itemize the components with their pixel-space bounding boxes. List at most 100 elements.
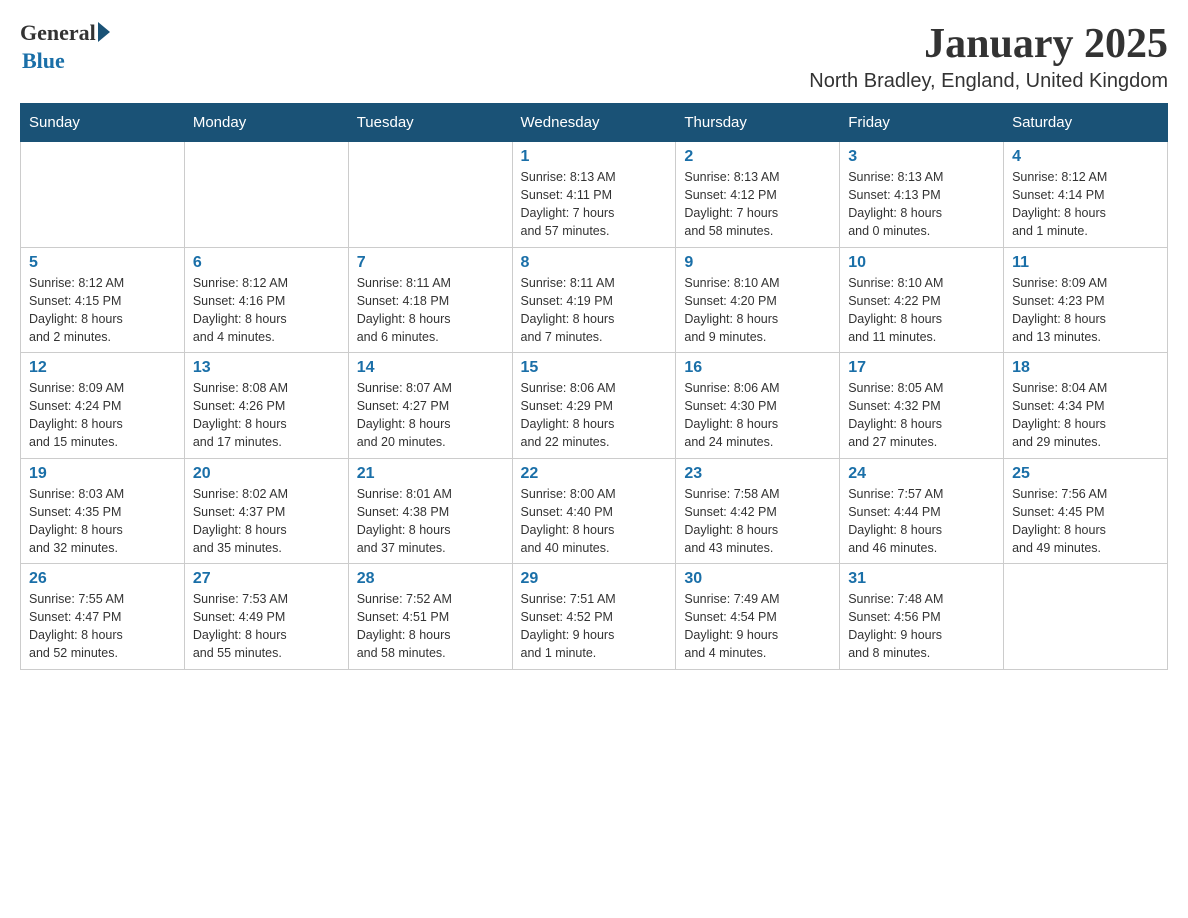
day-number: 25	[1012, 465, 1159, 483]
logo-blue: Blue	[22, 48, 65, 74]
day-cell-25: 25 Sunrise: 7:56 AM Sunset: 4:45 PM Dayli…	[1004, 458, 1168, 564]
day-number: 27	[193, 570, 340, 588]
day-number: 26	[29, 570, 176, 588]
day-cell-13: 13Sunrise: 8:08 AM Sunset: 4:26 PM Dayli…	[184, 353, 348, 459]
day-number: 11	[1012, 254, 1159, 272]
month-title: January 2025	[809, 20, 1168, 68]
day-info: Sunrise: 8:04 AM Sunset: 4:34 PM Dayligh…	[1012, 379, 1159, 452]
day-number: 14	[357, 359, 504, 377]
day-cell-10: 10Sunrise: 8:10 AM Sunset: 4:22 PM Dayli…	[840, 247, 1004, 353]
day-info: Sunrise: 8:08 AM Sunset: 4:26 PM Dayligh…	[193, 379, 340, 452]
week-row-1: 1 Sunrise: 8:13 AM Sunset: 4:11 PM Daylig…	[21, 142, 1168, 248]
day-cell-16: 16 Sunrise: 8:06 AM Sunset: 4:30 PM Dayli…	[676, 353, 840, 459]
day-number: 15	[521, 359, 668, 377]
day-info: Sunrise: 7:58 AM Sunset: 4:42 PM Dayligh…	[684, 485, 831, 558]
day-info: Sunrise: 8:02 AM Sunset: 4:37 PM Dayligh…	[193, 485, 340, 558]
day-cell-18: 18Sunrise: 8:04 AM Sunset: 4:34 PM Dayli…	[1004, 353, 1168, 459]
day-number: 29	[521, 570, 668, 588]
day-info: Sunrise: 7:51 AM Sunset: 4:52 PM Dayligh…	[521, 590, 668, 663]
logo-arrow-icon	[98, 22, 110, 42]
header-cell-monday: Monday	[184, 104, 348, 142]
day-info: Sunrise: 8:13 AM Sunset: 4:11 PM Dayligh…	[521, 168, 668, 241]
day-info: Sunrise: 8:12 AM Sunset: 4:14 PM Dayligh…	[1012, 168, 1159, 241]
header-cell-saturday: Saturday	[1004, 104, 1168, 142]
day-cell-15: 15Sunrise: 8:06 AM Sunset: 4:29 PM Dayli…	[512, 353, 676, 459]
day-cell-6: 6 Sunrise: 8:12 AM Sunset: 4:16 PM Daylig…	[184, 247, 348, 353]
day-cell-31: 31 Sunrise: 7:48 AM Sunset: 4:56 PM Dayli…	[840, 564, 1004, 670]
empty-cell	[21, 142, 185, 248]
logo: General Blue	[20, 20, 110, 74]
day-number: 21	[357, 465, 504, 483]
day-cell-28: 28Sunrise: 7:52 AM Sunset: 4:51 PM Dayli…	[348, 564, 512, 670]
day-cell-14: 14 Sunrise: 8:07 AM Sunset: 4:27 PM Dayli…	[348, 353, 512, 459]
day-info: Sunrise: 7:48 AM Sunset: 4:56 PM Dayligh…	[848, 590, 995, 663]
empty-cell	[348, 142, 512, 248]
day-number: 4	[1012, 148, 1159, 166]
header-cell-thursday: Thursday	[676, 104, 840, 142]
day-cell-20: 20 Sunrise: 8:02 AM Sunset: 4:37 PM Dayli…	[184, 458, 348, 564]
day-cell-21: 21Sunrise: 8:01 AM Sunset: 4:38 PM Dayli…	[348, 458, 512, 564]
day-info: Sunrise: 8:09 AM Sunset: 4:24 PM Dayligh…	[29, 379, 176, 452]
day-number: 24	[848, 465, 995, 483]
day-info: Sunrise: 8:06 AM Sunset: 4:30 PM Dayligh…	[684, 379, 831, 452]
day-cell-12: 12Sunrise: 8:09 AM Sunset: 4:24 PM Dayli…	[21, 353, 185, 459]
header-cell-sunday: Sunday	[21, 104, 185, 142]
day-number: 2	[684, 148, 831, 166]
day-cell-23: 23Sunrise: 7:58 AM Sunset: 4:42 PM Dayli…	[676, 458, 840, 564]
day-cell-2: 2 Sunrise: 8:13 AM Sunset: 4:12 PM Daylig…	[676, 142, 840, 248]
day-cell-27: 27Sunrise: 7:53 AM Sunset: 4:49 PM Dayli…	[184, 564, 348, 670]
title-area: January 2025 North Bradley, England, Uni…	[809, 20, 1168, 93]
day-info: Sunrise: 8:12 AM Sunset: 4:16 PM Dayligh…	[193, 274, 340, 347]
header-cell-wednesday: Wednesday	[512, 104, 676, 142]
calendar-table: SundayMondayTuesdayWednesdayThursdayFrid…	[20, 103, 1168, 670]
day-cell-7: 7Sunrise: 8:11 AM Sunset: 4:18 PM Daylig…	[348, 247, 512, 353]
day-number: 17	[848, 359, 995, 377]
logo-row2: Blue	[20, 46, 110, 74]
day-number: 30	[684, 570, 831, 588]
calendar-body: 1 Sunrise: 8:13 AM Sunset: 4:11 PM Daylig…	[21, 142, 1168, 670]
day-info: Sunrise: 8:13 AM Sunset: 4:12 PM Dayligh…	[684, 168, 831, 241]
day-number: 6	[193, 254, 340, 272]
day-cell-26: 26Sunrise: 7:55 AM Sunset: 4:47 PM Dayli…	[21, 564, 185, 670]
day-cell-22: 22Sunrise: 8:00 AM Sunset: 4:40 PM Dayli…	[512, 458, 676, 564]
day-number: 1	[521, 148, 668, 166]
day-info: Sunrise: 8:11 AM Sunset: 4:18 PM Dayligh…	[357, 274, 504, 347]
day-info: Sunrise: 7:56 AM Sunset: 4:45 PM Dayligh…	[1012, 485, 1159, 558]
day-info: Sunrise: 7:52 AM Sunset: 4:51 PM Dayligh…	[357, 590, 504, 663]
day-cell-11: 11 Sunrise: 8:09 AM Sunset: 4:23 PM Dayli…	[1004, 247, 1168, 353]
day-info: Sunrise: 7:57 AM Sunset: 4:44 PM Dayligh…	[848, 485, 995, 558]
day-info: Sunrise: 8:13 AM Sunset: 4:13 PM Dayligh…	[848, 168, 995, 241]
day-cell-1: 1 Sunrise: 8:13 AM Sunset: 4:11 PM Daylig…	[512, 142, 676, 248]
day-number: 19	[29, 465, 176, 483]
day-info: Sunrise: 8:03 AM Sunset: 4:35 PM Dayligh…	[29, 485, 176, 558]
day-cell-4: 4 Sunrise: 8:12 AM Sunset: 4:14 PM Daylig…	[1004, 142, 1168, 248]
day-cell-3: 3Sunrise: 8:13 AM Sunset: 4:13 PM Daylig…	[840, 142, 1004, 248]
week-row-5: 26Sunrise: 7:55 AM Sunset: 4:47 PM Dayli…	[21, 564, 1168, 670]
empty-cell	[1004, 564, 1168, 670]
day-cell-29: 29 Sunrise: 7:51 AM Sunset: 4:52 PM Dayli…	[512, 564, 676, 670]
day-number: 31	[848, 570, 995, 588]
empty-cell	[184, 142, 348, 248]
header-row: SundayMondayTuesdayWednesdayThursdayFrid…	[21, 104, 1168, 142]
header-cell-friday: Friday	[840, 104, 1004, 142]
week-row-4: 19 Sunrise: 8:03 AM Sunset: 4:35 PM Dayli…	[21, 458, 1168, 564]
day-info: Sunrise: 7:49 AM Sunset: 4:54 PM Dayligh…	[684, 590, 831, 663]
location-title: North Bradley, England, United Kingdom	[809, 70, 1168, 93]
day-info: Sunrise: 8:09 AM Sunset: 4:23 PM Dayligh…	[1012, 274, 1159, 347]
day-info: Sunrise: 8:10 AM Sunset: 4:22 PM Dayligh…	[848, 274, 995, 347]
logo-row1: General	[20, 20, 110, 46]
day-cell-30: 30 Sunrise: 7:49 AM Sunset: 4:54 PM Dayli…	[676, 564, 840, 670]
day-info: Sunrise: 8:07 AM Sunset: 4:27 PM Dayligh…	[357, 379, 504, 452]
day-cell-17: 17Sunrise: 8:05 AM Sunset: 4:32 PM Dayli…	[840, 353, 1004, 459]
day-number: 16	[684, 359, 831, 377]
day-number: 20	[193, 465, 340, 483]
day-info: Sunrise: 8:11 AM Sunset: 4:19 PM Dayligh…	[521, 274, 668, 347]
day-number: 5	[29, 254, 176, 272]
day-number: 9	[684, 254, 831, 272]
day-info: Sunrise: 8:12 AM Sunset: 4:15 PM Dayligh…	[29, 274, 176, 347]
calendar-header: SundayMondayTuesdayWednesdayThursdayFrid…	[21, 104, 1168, 142]
day-cell-5: 5 Sunrise: 8:12 AM Sunset: 4:15 PM Daylig…	[21, 247, 185, 353]
day-number: 22	[521, 465, 668, 483]
week-row-2: 5 Sunrise: 8:12 AM Sunset: 4:15 PM Daylig…	[21, 247, 1168, 353]
day-cell-9: 9Sunrise: 8:10 AM Sunset: 4:20 PM Daylig…	[676, 247, 840, 353]
